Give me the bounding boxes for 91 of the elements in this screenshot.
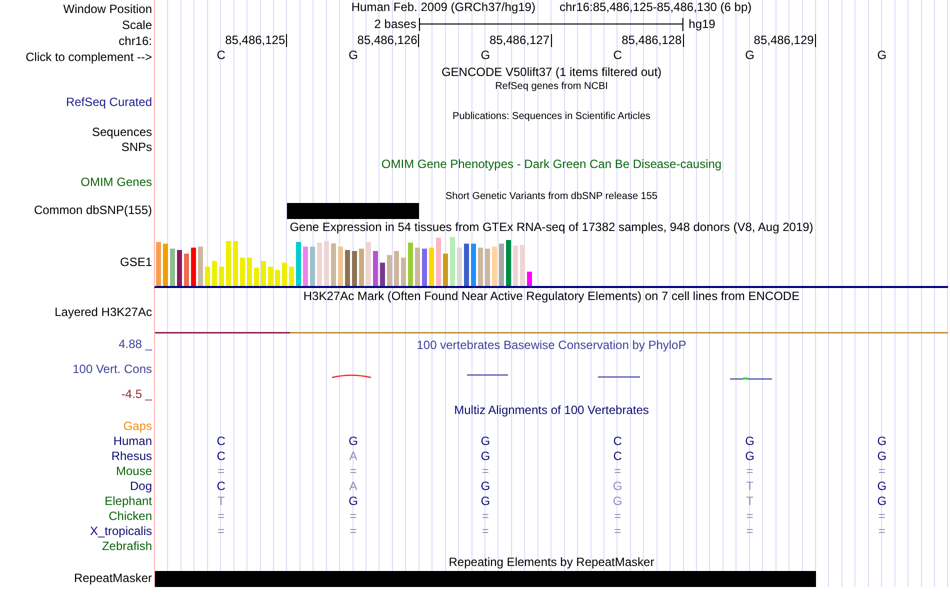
base-letter: = xyxy=(218,464,225,479)
base-letter: = xyxy=(878,509,886,524)
ruler-coordinate: 85,486,128 xyxy=(622,34,684,47)
track-title: RefSeq genes from NCBI xyxy=(494,81,609,93)
base-letter: G xyxy=(877,494,887,509)
base-letter: C xyxy=(216,479,226,494)
base-letter: G xyxy=(612,494,622,509)
species-label: Rhesus xyxy=(110,449,152,464)
complement-link[interactable]: Click to complement --> xyxy=(26,50,152,64)
track-title: H3K27Ac Mark (Often Found Near Active Regulatory Elements) on 7 cell lines from ENCODE xyxy=(302,288,801,305)
base-letter: G xyxy=(348,494,358,509)
track-label: RefSeq Curated xyxy=(64,95,152,110)
base-letter: G xyxy=(348,48,358,63)
base-letter: A xyxy=(349,449,358,464)
track-title: Publications: Sequences in Scientific Articles xyxy=(452,111,652,123)
track-label: SNPs xyxy=(120,140,152,155)
track-title: Multiz Alignments of 100 Vertebrates xyxy=(453,402,650,419)
track-label: GSE1 xyxy=(118,254,152,270)
base-letter: G xyxy=(348,434,358,449)
base-letter: = xyxy=(350,524,357,539)
base-letter: = xyxy=(614,464,622,479)
species-label: X_tropicalis xyxy=(88,524,152,539)
base-letter: = xyxy=(218,509,225,524)
species-label: Zebrafish xyxy=(100,539,152,554)
base-letter: = xyxy=(878,464,886,479)
track-label: Layered H3K27Ac xyxy=(54,305,152,320)
track-title: 100 vertebrates Basewise Conservation by PhyloP xyxy=(416,337,688,354)
ruler-coordinate: 85,486,129 xyxy=(754,34,816,47)
base-letter: = xyxy=(350,464,357,479)
track-title: OMIM Gene Phenotypes - Dark Green Can Be Disease-causing xyxy=(380,156,723,173)
base-letter: C xyxy=(613,434,622,449)
track-title: GENCODE V50lift37 (1 items filtered out) xyxy=(440,64,663,81)
species-label: Chicken xyxy=(108,509,152,524)
base-letter: G xyxy=(745,48,754,63)
species-label: Elephant xyxy=(104,494,152,509)
row-label: Scale xyxy=(122,18,152,32)
track-label: -4.5 _ xyxy=(120,387,152,402)
position-text: chr16:85,486,125-85,486,130 (6 bp) xyxy=(559,0,752,15)
base-letter: G xyxy=(877,479,887,494)
base-letter: C xyxy=(613,449,622,464)
base-letter: G xyxy=(745,449,754,464)
base-letter: G xyxy=(877,434,887,449)
base-letter: G xyxy=(877,449,887,464)
base-letter: G xyxy=(480,48,490,63)
base-letter: = xyxy=(482,464,489,479)
base-letter: G xyxy=(480,479,490,494)
base-letter: = xyxy=(878,524,886,539)
ruler-coordinate: 85,486,125 xyxy=(225,34,288,47)
base-letter: T xyxy=(746,479,754,494)
track-label: Sequences xyxy=(90,125,152,140)
base-letter: G xyxy=(745,434,754,449)
base-letter: = xyxy=(614,524,622,539)
base-letter: = xyxy=(350,509,357,524)
row-label: chr16: xyxy=(118,34,152,48)
track-label: RepeatMasker xyxy=(72,571,152,586)
track-label: 100 Vert. Cons xyxy=(72,362,152,377)
base-letter: T xyxy=(746,494,754,509)
base-letter: = xyxy=(218,524,225,539)
base-letter: G xyxy=(612,479,622,494)
base-letter: C xyxy=(216,434,226,449)
track-title: Short Genetic Variants from dbSNP release 155 xyxy=(444,191,658,203)
base-letter: = xyxy=(746,524,754,539)
base-letter: A xyxy=(349,479,358,494)
base-letter: C xyxy=(216,48,226,63)
base-letter: G xyxy=(480,494,490,509)
track-label: 4.88 _ xyxy=(118,337,152,352)
species-label: Dog xyxy=(128,479,152,494)
base-letter: C xyxy=(216,449,226,464)
base-letter: G xyxy=(480,449,490,464)
species-label: Mouse xyxy=(114,464,152,479)
row-label: Window Position xyxy=(63,2,152,16)
base-letter: = xyxy=(746,509,754,524)
base-letter: G xyxy=(877,48,887,63)
assembly-name: Human Feb. 2009 (GRCh37/hg19) xyxy=(351,0,536,15)
track-label: Gaps xyxy=(122,419,152,434)
ruler-coordinate: 85,486,127 xyxy=(489,34,552,47)
base-letter: = xyxy=(482,509,489,524)
track-label: OMIM Genes xyxy=(80,175,152,190)
base-letter: G xyxy=(480,434,490,449)
track-title: Repeating Elements by RepeatMasker xyxy=(448,554,656,571)
scale-length: 2 bases xyxy=(374,16,418,32)
base-letter: = xyxy=(614,509,622,524)
base-letter: = xyxy=(746,464,754,479)
track-label: Common dbSNP(155) xyxy=(32,203,152,218)
base-letter: C xyxy=(613,48,622,63)
assembly-label: hg19 xyxy=(688,16,716,32)
base-letter: T xyxy=(217,494,225,509)
ruler-coordinate: 85,486,126 xyxy=(357,34,420,47)
track-title: Gene Expression in 54 tissues from GTEx RNA-seq of 17382 samples, 948 donors (V8, Aug 2019) xyxy=(288,219,814,236)
species-label: Human xyxy=(112,434,152,449)
base-letter: = xyxy=(482,524,489,539)
